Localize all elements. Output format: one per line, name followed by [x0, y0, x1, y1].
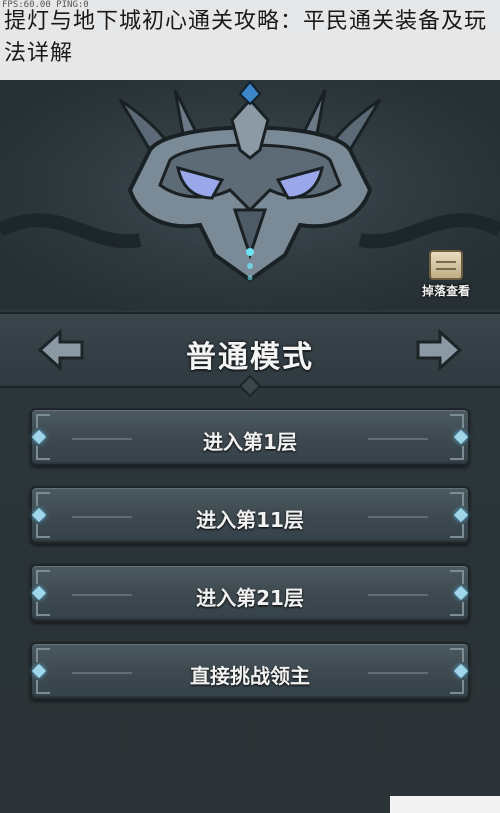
enter-floor-11-button[interactable]: 进入第11层: [30, 486, 470, 544]
loot-view-button[interactable]: 掉落查看: [414, 250, 478, 306]
challenge-lord-button[interactable]: 直接挑战领主: [30, 642, 470, 700]
button-label: 进入第21层: [196, 586, 304, 610]
watermark-strip: [390, 796, 500, 813]
right-arrow-icon[interactable]: [412, 328, 464, 372]
button-label: 进入第1层: [203, 430, 297, 454]
enter-floor-21-button[interactable]: 进入第21层: [30, 564, 470, 622]
scroll-icon: [429, 250, 463, 280]
fps-readout: FPS:60.00 PING:0: [2, 0, 89, 10]
game-screen: FPS:60.00 PING:0 提灯与地下城初心通关攻略：平民通关装备及玩法详…: [0, 0, 500, 813]
loot-view-label: 掉落查看: [421, 284, 470, 298]
enter-floor-1-button[interactable]: 进入第1层: [30, 408, 470, 466]
button-label: 直接挑战领主: [190, 664, 310, 688]
button-label: 进入第11层: [196, 508, 304, 532]
article-caption: 提灯与地下城初心通关攻略：平民通关装备及玩法详解: [0, 0, 500, 80]
